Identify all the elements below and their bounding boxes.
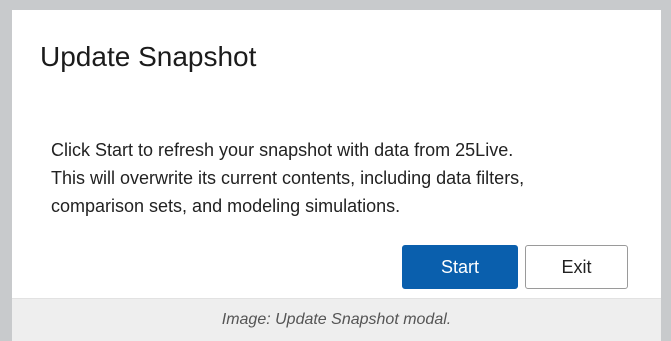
- image-caption-bar: Image: Update Snapshot modal.: [12, 298, 661, 341]
- start-button[interactable]: Start: [402, 245, 518, 289]
- image-caption: Image: Update Snapshot modal.: [221, 311, 452, 328]
- modal-message-line: comparison sets, and modeling simulation…: [51, 196, 401, 216]
- modal-message-line: Click Start to refresh your snapshot wit…: [51, 140, 514, 160]
- update-snapshot-modal: Update Snapshot Click Start to refresh y…: [12, 10, 661, 298]
- exit-button[interactable]: Exit: [525, 245, 628, 289]
- modal-message-line: This will overwrite its current contents…: [51, 168, 525, 188]
- modal-title: Update Snapshot: [40, 41, 257, 72]
- modal-message: Click Start to refresh your snapshot wit…: [51, 136, 641, 220]
